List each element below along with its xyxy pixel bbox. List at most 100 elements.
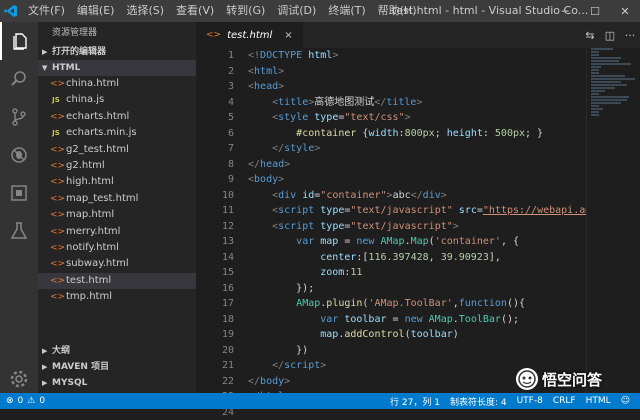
minimap-line [591, 57, 621, 59]
warning-icon: ⚠ [27, 396, 35, 406]
search-icon[interactable] [0, 60, 38, 98]
language-mode[interactable]: HTML [586, 396, 611, 406]
file-item[interactable]: <>g2_test.html [38, 142, 196, 158]
code-token: AMap [296, 298, 320, 309]
code-token: </ [248, 376, 260, 387]
problems-indicator[interactable]: ⊗ 0 ⚠ 0 [0, 396, 49, 406]
code-token [248, 190, 272, 201]
line-ending[interactable]: CRLF [553, 396, 576, 406]
minimap-line [591, 111, 599, 113]
code-token: AMap [429, 314, 453, 325]
cursor-position[interactable]: 行 27，列 1 [390, 395, 440, 408]
file-item[interactable]: <>china.html [38, 76, 196, 92]
minimap-line [591, 96, 629, 98]
menu-item-4[interactable]: 转到(G) [220, 0, 271, 22]
file-item[interactable]: JSecharts.min.js [38, 125, 196, 141]
line-number: 19 [196, 327, 234, 343]
code-token: > [416, 97, 422, 108]
split-editor-icon[interactable]: ◫ [600, 29, 620, 42]
code-token: center [320, 252, 356, 263]
code-token: > [278, 66, 284, 77]
code-token: toolbar [344, 314, 386, 325]
code-text: var map = new AMap.Map('container', { [234, 234, 519, 250]
html-file-icon: <> [50, 158, 62, 174]
warning-count: 0 [39, 396, 45, 406]
code-token: > [284, 159, 290, 170]
file-item[interactable]: <>subway.html [38, 256, 196, 272]
file-name: echarts.html [66, 109, 129, 125]
line-number: 20 [196, 343, 234, 359]
close-icon[interactable]: ✕ [610, 0, 640, 22]
code-line: 13 var map = new AMap.Map('container', { [196, 234, 586, 250]
error-count: 0 [18, 396, 24, 406]
code-text: </body> [234, 374, 290, 390]
code-token: map [320, 236, 338, 247]
code-text: AMap.plugin('AMap.ToolBar',function(){ [234, 296, 525, 312]
chevron-right-icon: ▶ [42, 44, 52, 60]
outline-section[interactable]: ▶ 大纲 [38, 343, 196, 359]
compare-changes-icon[interactable]: ⇆ [580, 29, 600, 42]
encoding[interactable]: UTF-8 [517, 396, 543, 406]
file-item[interactable]: <>map.html [38, 207, 196, 223]
source-control-icon[interactable] [0, 98, 38, 136]
explorer-icon[interactable] [0, 22, 38, 60]
minimize-icon[interactable]: ─ [550, 0, 580, 22]
code-token: width [368, 128, 398, 139]
maximize-icon[interactable]: ☐ [580, 0, 610, 22]
test-flask-icon[interactable] [0, 212, 38, 250]
code-line: 8</head> [196, 157, 586, 173]
code-text: </script> [234, 358, 326, 374]
maven-section[interactable]: ▶ MAVEN 项目 [38, 359, 196, 375]
code-token: var [320, 314, 338, 325]
file-list: <>china.htmlJSchina.js<>echarts.htmlJSec… [38, 76, 196, 305]
minimap[interactable] [586, 48, 640, 393]
file-item[interactable]: <>echarts.html [38, 109, 196, 125]
file-name: map.html [66, 207, 114, 223]
code-token: zoom [320, 267, 344, 278]
minimap-line [591, 72, 599, 74]
code-editor[interactable]: 1<!DOCTYPE html>2<html>3<head>4 <title>高… [196, 48, 586, 393]
menu-item-6[interactable]: 终端(T) [322, 0, 371, 22]
tab-test-html[interactable]: <> test.html × [196, 22, 303, 48]
code-token: ; } [525, 128, 543, 139]
indentation[interactable]: 制表符长度: 4 [450, 395, 507, 408]
menu-item-3[interactable]: 查看(V) [170, 0, 220, 22]
code-token [248, 329, 320, 340]
code-token: > [405, 112, 411, 123]
minimap-line [591, 93, 599, 95]
code-token: AMap [380, 236, 404, 247]
tab-close-icon[interactable]: × [284, 30, 292, 41]
vscode-logo-icon [0, 0, 22, 22]
file-item[interactable]: <>notify.html [38, 240, 196, 256]
sidebar-title: 资源管理器 [38, 22, 196, 44]
mysql-section[interactable]: ▶ MYSQL [38, 375, 196, 391]
code-token: 'container' [435, 236, 501, 247]
debug-icon[interactable] [0, 136, 38, 174]
file-item[interactable]: <>high.html [38, 174, 196, 190]
menu-item-1[interactable]: 编辑(E) [71, 0, 121, 22]
activity-bar [0, 22, 38, 393]
code-line: 2<html> [196, 64, 586, 80]
file-item[interactable]: <>tmp.html [38, 289, 196, 305]
file-item[interactable]: JSchina.js [38, 92, 196, 108]
minimap-line [591, 81, 621, 83]
extensions-icon[interactable] [0, 174, 38, 212]
smiley-feedback-icon[interactable]: ☺ [621, 396, 630, 406]
menu-item-0[interactable]: 文件(F) [22, 0, 71, 22]
code-token: </ [411, 190, 423, 201]
chevron-right-icon: ▶ [42, 343, 52, 359]
code-token: ], [489, 252, 501, 263]
code-token [248, 360, 272, 371]
menu-item-5[interactable]: 调试(D) [271, 0, 322, 22]
html-file-icon: <> [50, 207, 62, 223]
folder-section-html[interactable]: ▼ HTML [38, 60, 196, 76]
file-item[interactable]: <>map_test.html [38, 191, 196, 207]
more-actions-icon[interactable]: ··· [620, 29, 640, 42]
file-item[interactable]: <>test.html [38, 273, 196, 289]
file-item[interactable]: <>g2.html [38, 158, 196, 174]
file-item[interactable]: <>merry.html [38, 224, 196, 240]
menu-item-2[interactable]: 选择(S) [120, 0, 170, 22]
line-number: 15 [196, 265, 234, 281]
code-token: : [483, 128, 495, 139]
open-editors-section[interactable]: ▶ 打开的编辑器 [38, 44, 196, 60]
